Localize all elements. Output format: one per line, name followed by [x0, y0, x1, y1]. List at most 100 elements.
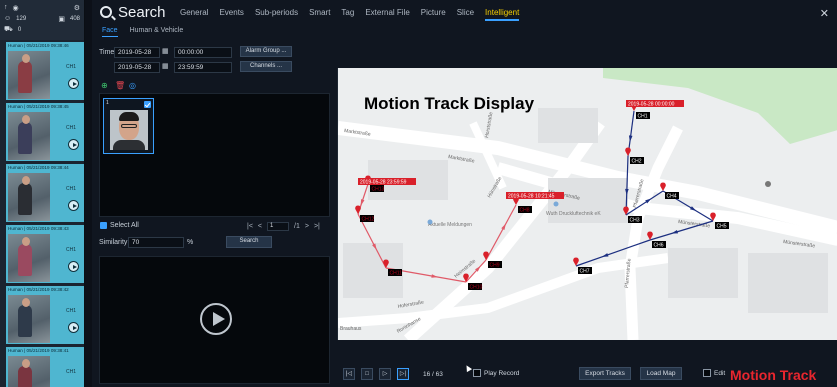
face-checkbox[interactable]: [144, 101, 151, 108]
event-header: Human | 05/21/2019 09:38:46: [8, 43, 69, 48]
last-frame-icon[interactable]: ▷|: [397, 368, 409, 380]
page-input[interactable]: 1: [267, 222, 289, 231]
event-thumbnail: [8, 295, 50, 343]
tab-tag[interactable]: Tag: [341, 8, 354, 21]
next-page-icon[interactable]: >: [305, 223, 309, 230]
end-date-field[interactable]: 2019-05-28: [114, 62, 160, 73]
video-player[interactable]: [99, 256, 330, 384]
event-item[interactable]: Human | 05/21/2019 09:38:45 CH1: [6, 103, 84, 161]
tab-smart[interactable]: Smart: [309, 8, 330, 21]
export-tracks-button[interactable]: Export Tracks: [579, 367, 631, 380]
face-image: [110, 110, 148, 150]
human-count: 408: [69, 15, 80, 22]
event-item[interactable]: Human | 05/21/2019 09:38:42 CH1: [6, 286, 84, 344]
subtab-face[interactable]: Face: [102, 27, 118, 37]
edit-label: Edit: [714, 370, 726, 377]
play-icon[interactable]: [68, 261, 79, 272]
track-point-label: CH2: [632, 159, 642, 165]
tab-external-file[interactable]: External File: [365, 8, 409, 21]
page-title: Search: [118, 4, 166, 21]
tab-events[interactable]: Events: [219, 8, 243, 21]
play-icon[interactable]: [200, 303, 232, 335]
location-pin-icon[interactable]: [625, 147, 631, 156]
alarm-group-button[interactable]: Alarm Group ...: [240, 46, 292, 57]
settings-icon[interactable]: ⚙: [74, 4, 80, 12]
settings-icon[interactable]: ◎: [129, 81, 136, 90]
prev-page-icon[interactable]: <: [258, 223, 262, 230]
play-icon[interactable]: [68, 200, 79, 211]
frame-counter: 16 / 63: [423, 371, 443, 378]
map-title: Motion Track Display: [364, 94, 535, 113]
poi-label: Wuth Druckluftechnik eK: [546, 211, 601, 217]
channels-button[interactable]: Channels ...: [240, 61, 292, 72]
calendar-icon[interactable]: ▦: [162, 47, 169, 55]
search-icon: [100, 6, 112, 18]
edit-checkbox[interactable]: [703, 369, 711, 377]
start-date-field[interactable]: 2019-05-28: [114, 47, 160, 58]
event-thumbnail: [8, 356, 50, 387]
last-page-icon[interactable]: >|: [314, 223, 320, 230]
event-header: Human | 05/21/2019 09:38:42: [8, 287, 69, 292]
select-all-checkbox[interactable]: [100, 222, 107, 229]
start-time-field[interactable]: 00:00:00: [174, 47, 232, 58]
play-icon[interactable]: [68, 139, 79, 150]
play-record-checkbox[interactable]: [473, 369, 481, 377]
eye-icon[interactable]: ◉: [13, 4, 19, 12]
street-label: Marktstraße: [448, 154, 476, 165]
track-point-label: CH13: [372, 187, 385, 193]
first-page-icon[interactable]: |<: [247, 223, 253, 230]
event-item[interactable]: Human | 05/21/2019 09:38:46 CH1: [6, 42, 84, 100]
face-card[interactable]: 1: [103, 98, 154, 154]
load-map-button[interactable]: Load Map: [640, 367, 682, 380]
add-icon[interactable]: ⊕: [101, 81, 108, 90]
play-icon[interactable]: [68, 322, 79, 333]
track-arrow: [601, 253, 609, 257]
select-all-label: Select All: [110, 222, 139, 229]
select-all[interactable]: Select All: [100, 222, 139, 229]
event-item[interactable]: Human | 05/21/2019 09:38:41 CH1: [6, 347, 84, 387]
close-icon[interactable]: ✕: [820, 7, 829, 20]
building: [748, 253, 828, 313]
street-label: Horststraße: [484, 111, 494, 138]
timestamp-label: 2019-05-28 00:00:00: [628, 102, 675, 108]
tab-sub-periods[interactable]: Sub-periods: [255, 8, 298, 21]
motion-track-map[interactable]: Marktstraße Marktstraße Münsterstraße Mü…: [337, 68, 837, 340]
event-header: Human | 05/21/2019 09:38:44: [8, 165, 69, 170]
play-icon[interactable]: [68, 78, 79, 89]
similarity-field[interactable]: 70: [128, 237, 184, 248]
poi-marker: [427, 219, 433, 225]
play-icon[interactable]: ▷: [379, 368, 391, 380]
calendar-icon[interactable]: ▦: [162, 62, 169, 70]
delete-icon[interactable]: 🗑: [115, 81, 125, 90]
tab-general[interactable]: General: [180, 8, 208, 21]
first-frame-icon[interactable]: |◁: [343, 368, 355, 380]
track-point-label: CH1: [638, 114, 648, 120]
location-pin-icon[interactable]: [647, 231, 653, 240]
event-item[interactable]: Human | 05/21/2019 09:38:43 CH1: [6, 225, 84, 283]
stop-icon[interactable]: □: [361, 368, 373, 380]
search-button[interactable]: Search: [226, 236, 272, 248]
track-point-label: CH4: [667, 194, 677, 200]
face-count-icon: ☺: [4, 15, 12, 22]
timestamp-label: 2019-05-28 23:59:59: [360, 180, 407, 186]
tab-intelligent[interactable]: Intelligent: [485, 8, 520, 21]
location-pin-icon[interactable]: [355, 205, 361, 214]
track-point-label: CH7: [580, 269, 590, 275]
tab-slice[interactable]: Slice: [457, 8, 474, 21]
face-count: 129: [16, 15, 27, 22]
face-index: 1: [106, 100, 109, 106]
building: [668, 248, 738, 298]
tab-picture[interactable]: Picture: [421, 8, 446, 21]
poi-marker: [553, 201, 559, 207]
street-label: Münsterstraße: [783, 239, 816, 249]
subtab-human-vehicle[interactable]: Human & Vehicle: [130, 27, 184, 37]
pin-icon[interactable]: ↑: [4, 4, 8, 11]
event-item[interactable]: Human | 05/21/2019 09:38:44 CH1: [6, 164, 84, 222]
event-channel: CH1: [66, 247, 77, 253]
event-channel: CH1: [66, 308, 77, 314]
track-point-label: CH8: [520, 208, 530, 214]
search-panel: Search General Events Sub-periods Smart …: [92, 0, 837, 387]
track-arrow: [501, 223, 506, 230]
main-tabs: General Events Sub-periods Smart Tag Ext…: [180, 8, 530, 21]
end-time-field[interactable]: 23:59:59: [174, 62, 232, 73]
